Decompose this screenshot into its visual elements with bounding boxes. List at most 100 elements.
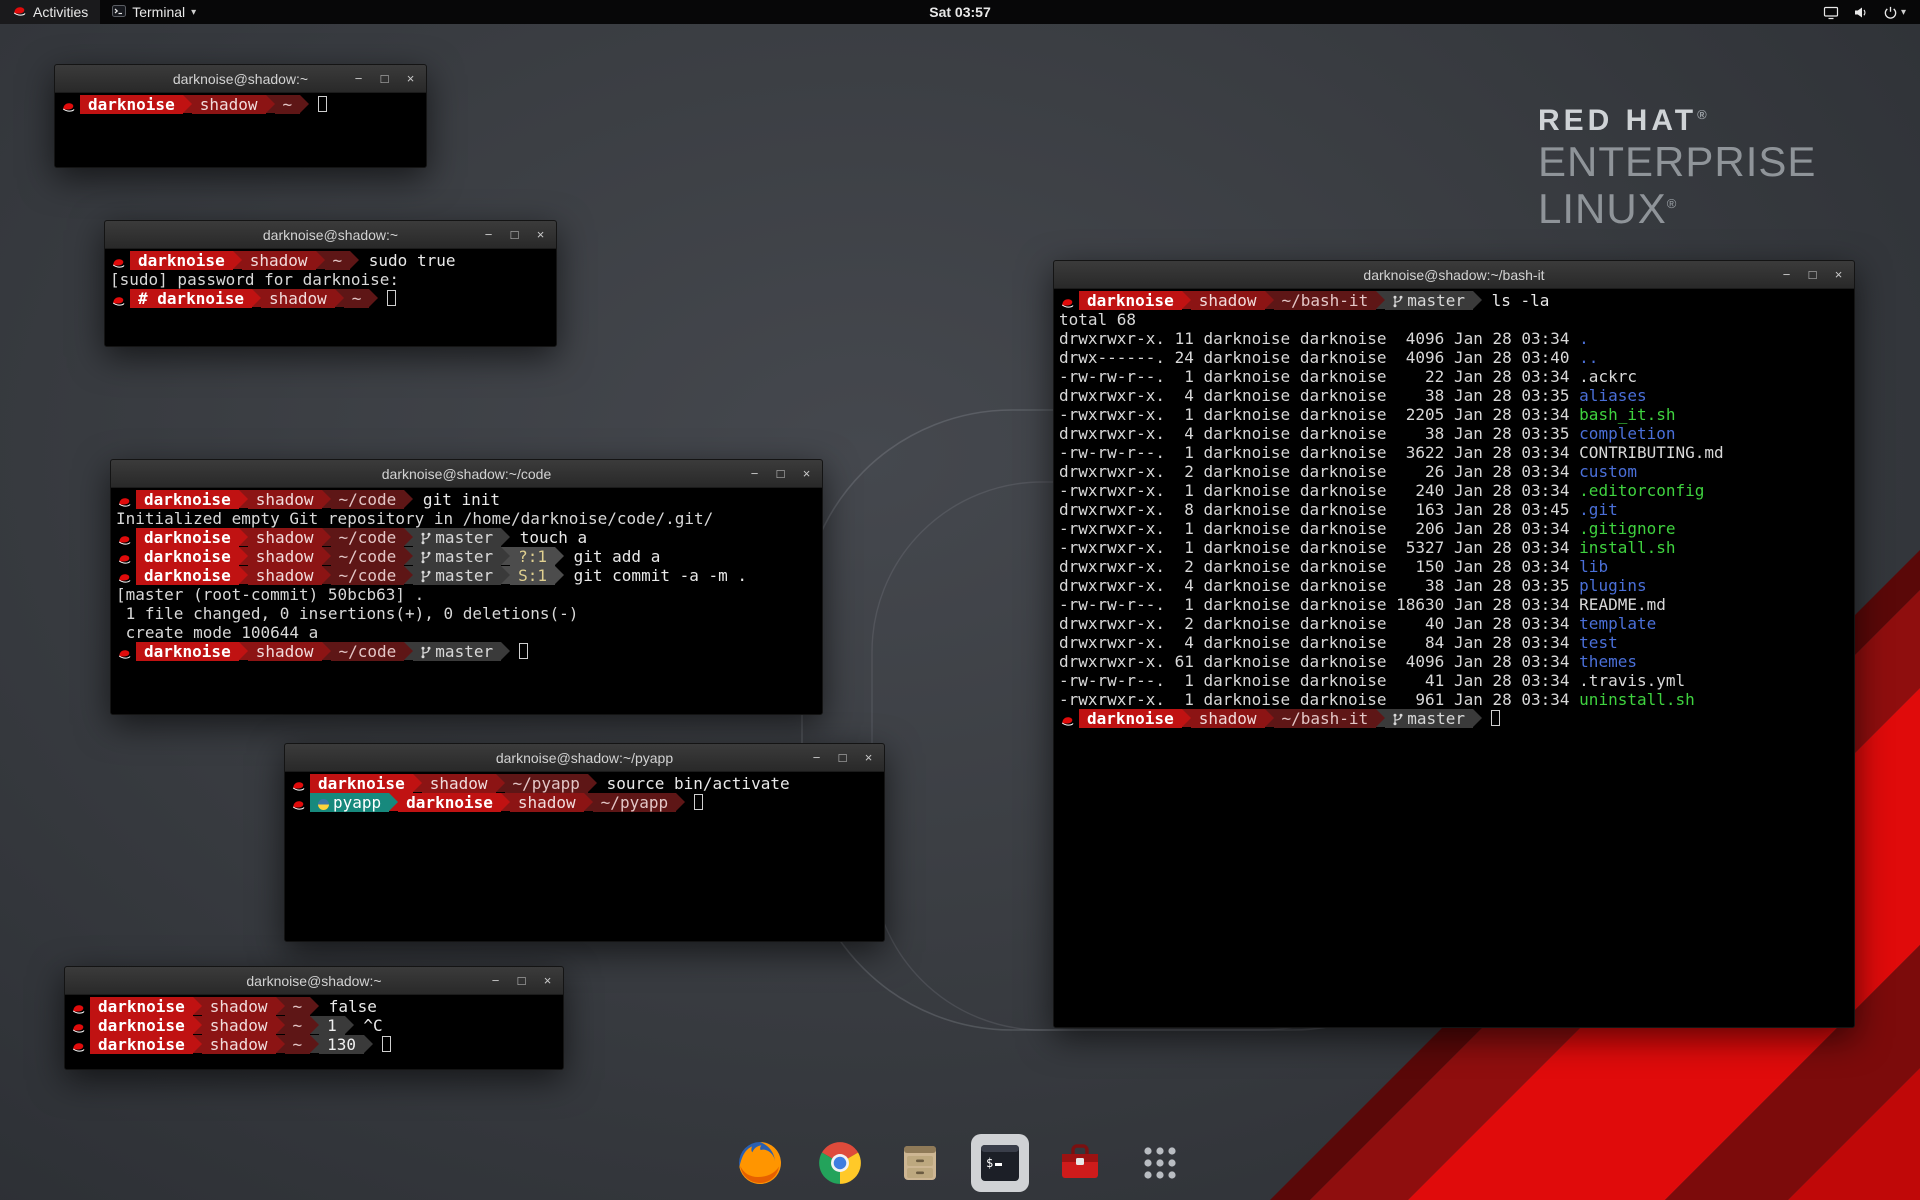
terminal-window-home-2[interactable]: darknoise@shadow:~ − □ × darknoiseshadow… xyxy=(64,966,564,1070)
window-title: darknoise@shadow:~ xyxy=(246,973,381,989)
toolbox-icon xyxy=(1057,1140,1103,1186)
terminal-output-text: -rw-rw-r--. 1 darknoise darknoise 22 Jan… xyxy=(1059,367,1579,386)
maximize-button[interactable]: □ xyxy=(514,974,529,987)
app-menu-terminal[interactable]: Terminal ▾ xyxy=(100,0,208,24)
terminal-window-code[interactable]: darknoise@shadow:~/code − □ × darknoises… xyxy=(110,459,823,715)
terminal-line: 1 file changed, 0 insertions(+), 0 delet… xyxy=(116,604,817,623)
terminal-line: -rwxrwxr-x. 1 darknoise darknoise 240 Ja… xyxy=(1059,481,1849,500)
dock-toolbox-button[interactable] xyxy=(1051,1134,1109,1192)
files-icon xyxy=(897,1140,943,1186)
terminal-output-text: drwxrwxr-x. 4 darknoise darknoise 38 Jan… xyxy=(1059,424,1579,443)
terminal-window-bash-it[interactable]: darknoise@shadow:~/bash-it − □ × darknoi… xyxy=(1053,260,1855,1028)
dock-app-grid-button[interactable] xyxy=(1131,1134,1189,1192)
terminal-content[interactable]: darknoiseshadow~ sudo true[sudo] passwor… xyxy=(105,249,556,346)
maximize-button[interactable]: □ xyxy=(835,751,850,764)
prompt-segment: shadow xyxy=(248,547,322,566)
terminal-line: -rwxrwxr-x. 1 darknoise darknoise 5327 J… xyxy=(1059,538,1849,557)
file-name: . xyxy=(1579,329,1589,348)
prompt-segment: ~ xyxy=(285,997,311,1016)
terminal-window-sudo[interactable]: darknoise@shadow:~ − □ × darknoiseshadow… xyxy=(104,220,557,347)
rhel-branding: RED HAT® ENTERPRISE LINUX® xyxy=(1538,104,1816,232)
window-titlebar[interactable]: darknoise@shadow:~ − □ × xyxy=(65,967,563,995)
minimize-button[interactable]: − xyxy=(747,467,762,480)
git-branch-icon xyxy=(421,646,431,659)
terminal-output-text: drwxrwxr-x. 4 darknoise darknoise 38 Jan… xyxy=(1059,386,1579,405)
powerline-arrow-icon xyxy=(1182,709,1191,727)
minimize-button[interactable]: − xyxy=(1779,268,1794,281)
minimize-button[interactable]: − xyxy=(481,228,496,241)
file-name: CONTRIBUTING.md xyxy=(1579,443,1724,462)
redhat-prompt-icon xyxy=(1060,709,1079,728)
dock-chrome-button[interactable] xyxy=(811,1134,869,1192)
close-button[interactable]: × xyxy=(799,467,814,480)
minimize-button[interactable]: − xyxy=(488,974,503,987)
window-titlebar[interactable]: darknoise@shadow:~/bash-it − □ × xyxy=(1054,261,1854,289)
registered-mark: ® xyxy=(1667,196,1678,211)
terminal-content[interactable]: darknoiseshadow~ falsedarknoiseshadow~1 … xyxy=(65,995,563,1069)
close-button[interactable]: × xyxy=(540,974,555,987)
prompt-segment: darknoise xyxy=(398,793,501,812)
terminal-output-text: drwxrwxr-x. 2 darknoise darknoise 150 Ja… xyxy=(1059,557,1579,576)
close-button[interactable]: × xyxy=(403,72,418,85)
prompt-segment: master xyxy=(413,547,501,566)
window-titlebar[interactable]: darknoise@shadow:~/code − □ × xyxy=(111,460,822,488)
file-name: .. xyxy=(1579,348,1598,367)
maximize-button[interactable]: □ xyxy=(377,72,392,85)
activities-label: Activities xyxy=(33,4,88,20)
terminal-window-pyapp[interactable]: darknoise@shadow:~/pyapp − □ × darknoise… xyxy=(284,743,885,942)
terminal-line: darknoiseshadow~1 ^C xyxy=(70,1016,558,1035)
prompt-segment: darknoise xyxy=(1079,709,1182,728)
chrome-icon xyxy=(817,1140,863,1186)
powerline-arrow-icon xyxy=(501,528,510,546)
git-branch-icon xyxy=(421,532,431,545)
maximize-button[interactable]: □ xyxy=(773,467,788,480)
clock[interactable]: Sat 03:57 xyxy=(929,4,990,20)
close-button[interactable]: × xyxy=(1831,268,1846,281)
prompt-segment: ~/code xyxy=(331,547,405,566)
window-titlebar[interactable]: darknoise@shadow:~ − □ × xyxy=(55,65,426,93)
file-name: completion xyxy=(1579,424,1675,443)
window-titlebar[interactable]: darknoise@shadow:~/pyapp − □ × xyxy=(285,744,884,772)
terminal-command-text: false xyxy=(319,997,377,1016)
terminal-line: darknoiseshadow~/codemaster?:1 git add a xyxy=(116,547,817,566)
terminal-window-home-1[interactable]: darknoise@shadow:~ − □ × darknoiseshadow… xyxy=(54,64,427,168)
dock-terminal-button[interactable]: $ xyxy=(971,1134,1029,1192)
powerline-arrow-icon xyxy=(389,793,398,811)
top-bar: Activities Terminal ▾ Sat 03:57 ▾ xyxy=(0,0,1920,24)
terminal-output-text: Initialized empty Git repository in /hom… xyxy=(116,509,713,528)
prompt-segment: shadow xyxy=(248,566,322,585)
powerline-arrow-icon xyxy=(239,642,248,660)
powerline-arrow-icon xyxy=(501,793,510,811)
maximize-button[interactable]: □ xyxy=(507,228,522,241)
window-title: darknoise@shadow:~/bash-it xyxy=(1363,267,1544,283)
git-branch-icon xyxy=(1393,295,1403,308)
terminal-command-text: touch a xyxy=(510,528,587,547)
terminal-cursor xyxy=(694,794,703,810)
maximize-button[interactable]: □ xyxy=(1805,268,1820,281)
terminal-line: [sudo] password for darknoise: xyxy=(110,270,551,289)
terminal-content[interactable]: darknoiseshadow~/bash-itmaster ls -latot… xyxy=(1054,289,1854,1027)
terminal-line: -rw-rw-r--. 1 darknoise darknoise 3622 J… xyxy=(1059,443,1849,462)
activities-button[interactable]: Activities xyxy=(0,0,100,24)
terminal-content[interactable]: darknoiseshadow~/code git initInitialize… xyxy=(111,488,822,714)
terminal-content[interactable]: darknoiseshadow~/pyapp source bin/activa… xyxy=(285,772,884,941)
window-titlebar[interactable]: darknoise@shadow:~ − □ × xyxy=(105,221,556,249)
prompt-segment: shadow xyxy=(1191,291,1265,310)
dock-firefox-button[interactable] xyxy=(731,1134,789,1192)
powerline-arrow-icon xyxy=(193,1035,202,1053)
file-name: template xyxy=(1579,614,1656,633)
display-icon[interactable] xyxy=(1823,5,1839,20)
terminal-content[interactable]: darknoiseshadow~ xyxy=(55,93,426,167)
minimize-button[interactable]: − xyxy=(351,72,366,85)
file-name: .ackrc xyxy=(1579,367,1637,386)
minimize-button[interactable]: − xyxy=(809,751,824,764)
close-button[interactable]: × xyxy=(533,228,548,241)
dock-files-button[interactable] xyxy=(891,1134,949,1192)
power-icon[interactable]: ▾ xyxy=(1883,5,1906,20)
prompt-segment: ~ xyxy=(325,251,351,270)
file-name: aliases xyxy=(1579,386,1646,405)
volume-icon[interactable] xyxy=(1853,5,1869,20)
powerline-arrow-icon xyxy=(310,1035,319,1053)
close-button[interactable]: × xyxy=(861,751,876,764)
terminal-line: drwx------. 24 darknoise darknoise 4096 … xyxy=(1059,348,1849,367)
